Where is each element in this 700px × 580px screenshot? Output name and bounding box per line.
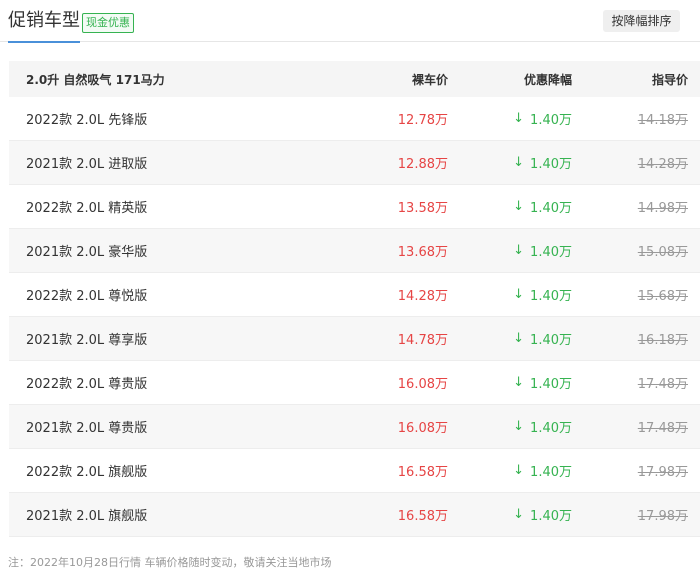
discount-cell: ↓ 1.40万	[513, 97, 572, 140]
discount-cell: ↓ 1.40万	[513, 317, 572, 360]
guide-price: 17.98万	[637, 509, 688, 524]
model-name[interactable]: 2022款 2.0L 先锋版	[26, 97, 147, 140]
sale-price: 12.78万	[397, 113, 448, 128]
down-arrow-icon: ↓	[513, 419, 525, 434]
discount-amount: 1.40万	[530, 289, 572, 304]
sale-price: 16.08万	[397, 377, 448, 392]
table-row[interactable]: 2021款 2.0L 进取版 12.88万 ↓ 1.40万 14.28万	[9, 141, 700, 185]
down-arrow-icon: ↓	[513, 155, 525, 170]
model-name[interactable]: 2022款 2.0L 精英版	[26, 185, 147, 228]
sort-by-discount-button[interactable]: 按降幅排序	[603, 10, 680, 32]
model-name[interactable]: 2021款 2.0L 豪华版	[26, 229, 147, 272]
promo-table: 2.0升 自然吸气 171马力 裸车价 优惠降幅 指导价 2022款 2.0L …	[9, 61, 700, 537]
engine-group-label: 2.0升 自然吸气 171马力	[26, 72, 165, 87]
discount-amount: 1.40万	[530, 245, 572, 260]
model-name[interactable]: 2021款 2.0L 尊贵版	[26, 405, 147, 448]
guide-price: 14.18万	[637, 113, 688, 128]
down-arrow-icon: ↓	[513, 463, 525, 478]
guide-price: 17.48万	[637, 421, 688, 436]
discount-cell: ↓ 1.40万	[513, 449, 572, 492]
sale-price: 13.68万	[397, 245, 448, 260]
down-arrow-icon: ↓	[513, 507, 525, 522]
discount-cell: ↓ 1.40万	[513, 185, 572, 228]
table-row[interactable]: 2022款 2.0L 尊贵版 16.08万 ↓ 1.40万 17.48万	[9, 361, 700, 405]
discount-cell: ↓ 1.40万	[513, 229, 572, 272]
table-row[interactable]: 2021款 2.0L 尊享版 14.78万 ↓ 1.40万 16.18万	[9, 317, 700, 361]
down-arrow-icon: ↓	[513, 243, 525, 258]
model-name[interactable]: 2021款 2.0L 旗舰版	[26, 493, 147, 536]
discount-cell: ↓ 1.40万	[513, 493, 572, 536]
discount-cell: ↓ 1.40万	[513, 361, 572, 404]
down-arrow-icon: ↓	[513, 199, 525, 214]
column-header-price: 裸车价	[411, 72, 448, 87]
model-name[interactable]: 2021款 2.0L 进取版	[26, 141, 147, 184]
model-name[interactable]: 2022款 2.0L 旗舰版	[26, 449, 147, 492]
column-header-guide-price: 指导价	[651, 72, 688, 87]
guide-price: 16.18万	[637, 333, 688, 348]
sale-price: 16.58万	[397, 465, 448, 480]
discount-cell: ↓ 1.40万	[513, 273, 572, 316]
discount-amount: 1.40万	[530, 421, 572, 436]
table-row[interactable]: 2021款 2.0L 尊贵版 16.08万 ↓ 1.40万 17.48万	[9, 405, 700, 449]
guide-price: 15.68万	[637, 289, 688, 304]
footer-note: 注：2022年10月28日行情 车辆价格随时变动，敬请关注当地市场	[8, 556, 332, 569]
sale-price: 14.28万	[397, 289, 448, 304]
table-row[interactable]: 2021款 2.0L 旗舰版 16.58万 ↓ 1.40万 17.98万	[9, 493, 700, 537]
guide-price: 17.98万	[637, 465, 688, 480]
sale-price: 12.88万	[397, 157, 448, 172]
table-row[interactable]: 2022款 2.0L 精英版 13.58万 ↓ 1.40万 14.98万	[9, 185, 700, 229]
down-arrow-icon: ↓	[513, 111, 525, 126]
model-name[interactable]: 2021款 2.0L 尊享版	[26, 317, 147, 360]
discount-amount: 1.40万	[530, 465, 572, 480]
discount-amount: 1.40万	[530, 157, 572, 172]
discount-amount: 1.40万	[530, 201, 572, 216]
discount-amount: 1.40万	[530, 509, 572, 524]
guide-price: 17.48万	[637, 377, 688, 392]
header: 促销车型 现金优惠 按降幅排序	[0, 0, 700, 43]
down-arrow-icon: ↓	[513, 331, 525, 346]
guide-price: 15.08万	[637, 245, 688, 260]
model-name[interactable]: 2022款 2.0L 尊悦版	[26, 273, 147, 316]
table-body: 2022款 2.0L 先锋版 12.78万 ↓ 1.40万 14.18万 2021款 2.…	[9, 97, 700, 537]
sale-price: 16.58万	[397, 509, 448, 524]
down-arrow-icon: ↓	[513, 287, 525, 302]
down-arrow-icon: ↓	[513, 375, 525, 390]
sale-price: 13.58万	[397, 201, 448, 216]
table-row[interactable]: 2022款 2.0L 旗舰版 16.58万 ↓ 1.40万 17.98万	[9, 449, 700, 493]
table-row[interactable]: 2022款 2.0L 先锋版 12.78万 ↓ 1.40万 14.18万	[9, 97, 700, 141]
guide-price: 14.98万	[637, 201, 688, 216]
discount-cell: ↓ 1.40万	[513, 405, 572, 448]
discount-amount: 1.40万	[530, 333, 572, 348]
discount-amount: 1.40万	[530, 113, 572, 128]
table-header-row: 2.0升 自然吸气 171马力 裸车价 优惠降幅 指导价	[9, 61, 700, 97]
column-header-discount: 优惠降幅	[523, 72, 572, 87]
guide-price: 14.28万	[637, 157, 688, 172]
sale-price: 14.78万	[397, 333, 448, 348]
cash-discount-badge: 现金优惠	[82, 13, 134, 33]
discount-amount: 1.40万	[530, 377, 572, 392]
table-row[interactable]: 2022款 2.0L 尊悦版 14.28万 ↓ 1.40万 15.68万	[9, 273, 700, 317]
discount-cell: ↓ 1.40万	[513, 141, 572, 184]
model-name[interactable]: 2022款 2.0L 尊贵版	[26, 361, 147, 404]
table-row[interactable]: 2021款 2.0L 豪华版 13.68万 ↓ 1.40万 15.08万	[9, 229, 700, 273]
sale-price: 16.08万	[397, 421, 448, 436]
tab-promo-models[interactable]: 促销车型	[8, 9, 80, 43]
